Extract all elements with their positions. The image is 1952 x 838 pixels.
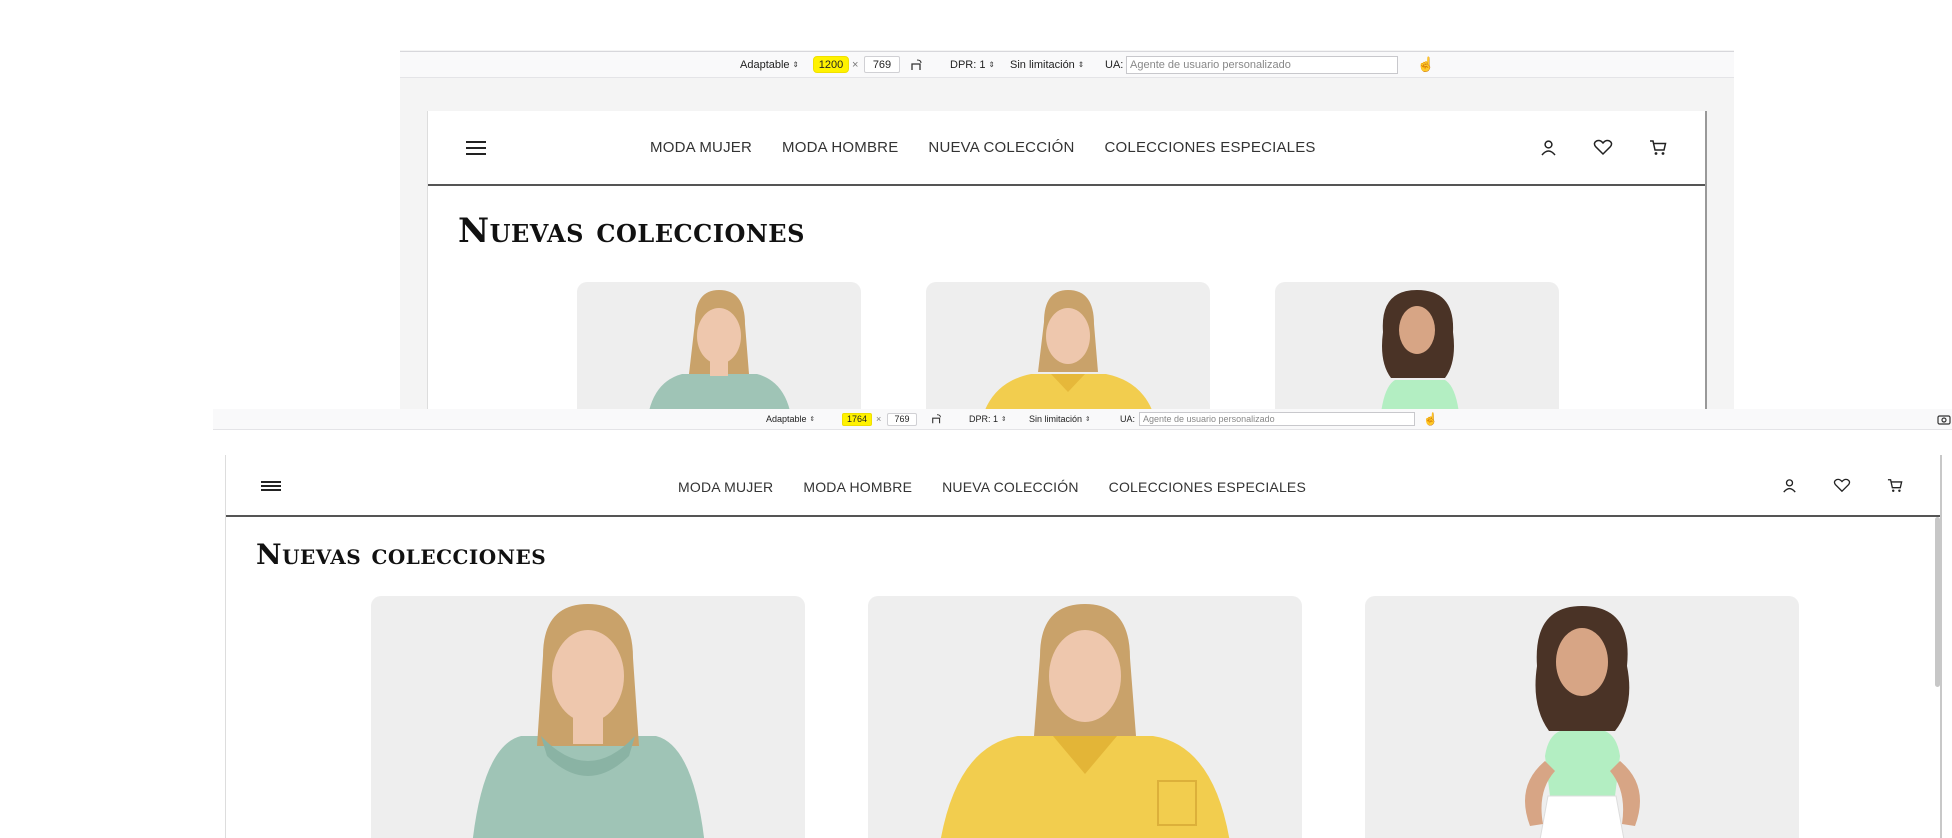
viewport-height-input[interactable]: 769 — [887, 412, 917, 426]
dpr-select[interactable]: DPR: 1 ⇕ — [969, 414, 1006, 424]
touch-simulation-icon[interactable]: ☝ — [1417, 56, 1434, 73]
product-image-yellow-shirt — [985, 290, 1152, 410]
cart-icon[interactable] — [1649, 139, 1667, 156]
heart-icon[interactable] — [1833, 478, 1851, 493]
header-actions — [1782, 478, 1903, 493]
touch-simulation-icon[interactable]: ☝ — [1423, 412, 1438, 426]
select-arrow-icon: ⇕ — [792, 60, 799, 69]
main-nav: MODA MUJER MODA HOMBRE NUEVA COLECCIÓN C… — [650, 139, 1316, 156]
ua-label: UA: — [1120, 414, 1136, 424]
product-image-mint-halter-top — [1525, 606, 1640, 838]
device-mode-select[interactable]: Adaptable ⇕ — [766, 414, 815, 424]
dimension-separator: × — [876, 414, 882, 424]
select-arrow-icon: ⇕ — [809, 415, 815, 423]
page-title: Nuevas colecciones — [256, 538, 547, 571]
product-image-sage-tank-top — [472, 604, 705, 838]
menu-icon[interactable] — [466, 141, 486, 155]
responsive-toolbar-large: Adaptable ⇕ 1764 × 769 DPR: 1 ⇕ Sin limita… — [213, 409, 1952, 430]
throttling-label: Sin limitación — [1029, 414, 1083, 424]
product-card[interactable] — [868, 596, 1302, 838]
throttling-select[interactable]: Sin limitación ⇕ — [1029, 414, 1090, 424]
dpr-label: DPR: 1 — [950, 58, 986, 71]
select-arrow-icon: ⇕ — [1077, 60, 1085, 69]
product-image-yellow-shirt — [940, 604, 1230, 838]
select-arrow-icon: ⇕ — [1001, 415, 1007, 423]
device-mode-label: Adaptable — [740, 58, 790, 71]
nav-link-colecciones-especiales[interactable]: COLECCIONES ESPECIALES — [1109, 479, 1306, 495]
product-card[interactable] — [926, 282, 1210, 410]
device-mode-label: Adaptable — [766, 414, 807, 424]
dimension-separator: × — [852, 58, 859, 71]
dpr-select[interactable]: DPR: 1 ⇕ — [950, 59, 995, 71]
throttling-label: Sin limitación — [1010, 58, 1075, 71]
nav-link-colecciones-especiales[interactable]: COLECCIONES ESPECIALES — [1105, 139, 1316, 156]
product-image-mint-halter-top — [1381, 290, 1459, 410]
user-agent-input[interactable]: Agente de usuario personalizado — [1139, 412, 1415, 426]
site-header: MODA MUJER MODA HOMBRE NUEVA COLECCIÓN C… — [428, 111, 1705, 186]
menu-icon[interactable] — [261, 481, 281, 491]
header-actions — [1540, 139, 1667, 156]
viewport-height-input[interactable]: 769 — [864, 56, 900, 73]
viewport-large: MODA MUJER MODA HOMBRE NUEVA COLECCIÓN C… — [225, 455, 1942, 838]
product-image-sage-tank-top — [649, 290, 790, 410]
viewport-width-input[interactable]: 1764 — [842, 412, 872, 426]
screenshot-icon[interactable] — [1937, 413, 1951, 425]
user-icon[interactable] — [1782, 478, 1797, 493]
viewport-width-input[interactable]: 1200 — [813, 56, 849, 73]
nav-link-moda-mujer[interactable]: MODA MUJER — [650, 139, 752, 156]
throttling-select[interactable]: Sin limitación ⇕ — [1010, 59, 1084, 71]
page-title: Nuevas colecciones — [458, 211, 805, 251]
rotate-viewport-icon[interactable] — [910, 58, 924, 72]
vertical-scrollbar[interactable] — [1935, 517, 1940, 687]
rotate-viewport-icon[interactable] — [931, 413, 943, 425]
user-agent-input[interactable]: Agente de usuario personalizado — [1126, 55, 1398, 74]
product-card[interactable] — [1275, 282, 1559, 410]
user-icon[interactable] — [1540, 139, 1557, 156]
cart-icon[interactable] — [1887, 478, 1903, 493]
nav-link-nueva-coleccion[interactable]: NUEVA COLECCIÓN — [928, 139, 1074, 156]
dpr-label: DPR: 1 — [969, 414, 999, 424]
device-mode-select[interactable]: Adaptable ⇕ — [740, 59, 799, 71]
product-card[interactable] — [577, 282, 861, 410]
heart-icon[interactable] — [1593, 139, 1613, 156]
nav-link-moda-mujer[interactable]: MODA MUJER — [678, 479, 773, 495]
main-nav: MODA MUJER MODA HOMBRE NUEVA COLECCIÓN C… — [678, 479, 1306, 495]
nav-link-moda-hombre[interactable]: MODA HOMBRE — [782, 139, 898, 156]
product-card[interactable] — [371, 596, 805, 838]
site-header: MODA MUJER MODA HOMBRE NUEVA COLECCIÓN C… — [226, 455, 1940, 517]
product-card[interactable] — [1365, 596, 1799, 838]
select-arrow-icon: ⇕ — [988, 60, 995, 69]
ua-label: UA: — [1105, 58, 1124, 71]
select-arrow-icon: ⇕ — [1085, 415, 1091, 423]
nav-link-nueva-coleccion[interactable]: NUEVA COLECCIÓN — [942, 479, 1079, 495]
nav-link-moda-hombre[interactable]: MODA HOMBRE — [803, 479, 912, 495]
viewport-small: MODA MUJER MODA HOMBRE NUEVA COLECCIÓN C… — [427, 111, 1707, 410]
responsive-toolbar-small: Adaptable ⇕ 1200 × 769 DPR: 1 ⇕ Sin limita… — [400, 51, 1734, 78]
